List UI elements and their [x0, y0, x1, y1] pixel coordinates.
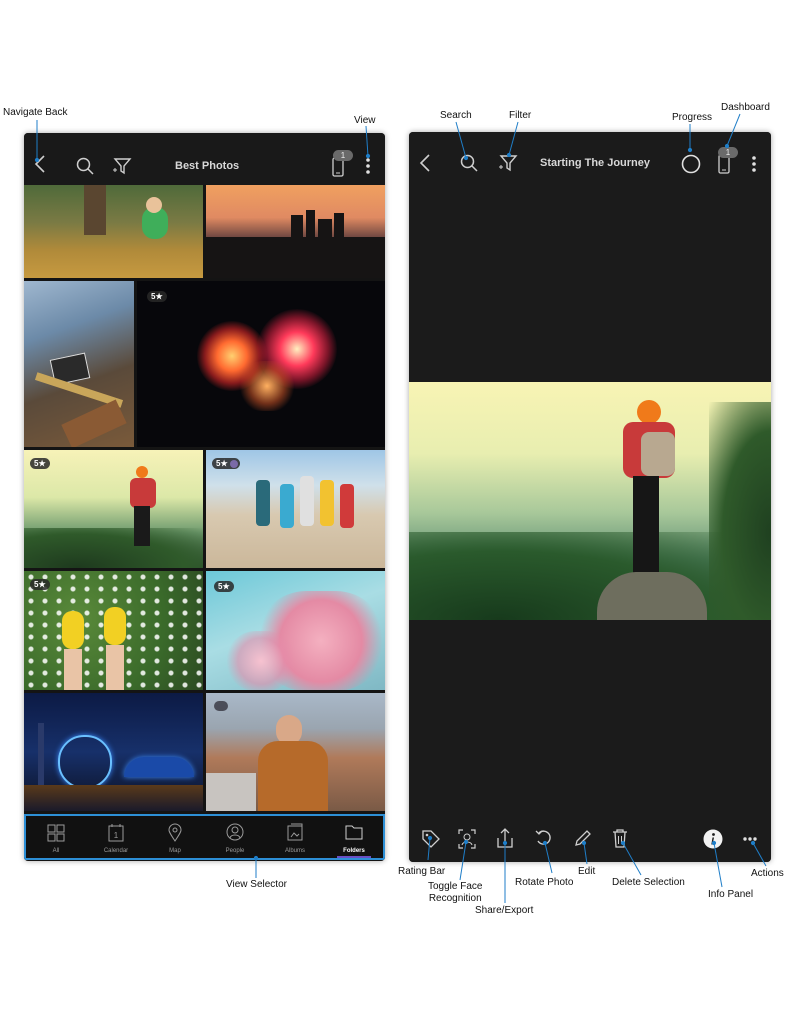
- grid-icon: [47, 824, 65, 842]
- svg-text:1: 1: [114, 831, 119, 840]
- callout-view-selector: View Selector: [226, 879, 287, 890]
- album-icon: [287, 823, 303, 841]
- callout-toggle-face-line2: Recognition: [428, 893, 482, 904]
- left-phone-screen: Best Photos 1 5★ 5★ 5★ 5★ 5★ All 1 Calen…: [24, 133, 385, 861]
- callout-delete-selection: Delete Selection: [612, 877, 685, 888]
- bottom-toolbar: [409, 818, 771, 862]
- callout-navigate-back: Navigate Back: [3, 107, 68, 118]
- view-tab-label: Calendar: [103, 848, 129, 854]
- photo-tile-ferris-wheel-night[interactable]: [24, 693, 203, 811]
- more-vertical-icon[interactable]: [365, 157, 371, 175]
- page-title: Best Photos: [175, 160, 240, 172]
- search-icon[interactable]: [76, 157, 94, 175]
- more-horizontal-icon[interactable]: [742, 836, 758, 842]
- photo-tile-selfie-canyon[interactable]: [206, 693, 385, 811]
- callout-edit: Edit: [578, 866, 596, 877]
- filter-icon[interactable]: [112, 157, 132, 175]
- photo-tile-city-skyline-sunset[interactable]: [206, 185, 385, 278]
- rating-badge: 5★: [30, 579, 50, 590]
- face-recognition-icon[interactable]: [458, 829, 476, 849]
- map-pin-icon: [168, 823, 182, 842]
- back-chevron-icon[interactable]: [34, 155, 46, 173]
- filter-icon[interactable]: [498, 154, 518, 172]
- rating-badge: 5★: [147, 291, 167, 302]
- view-selector: All 1 Calendar Map People Albums Folders: [24, 814, 385, 860]
- view-tab-label: Map: [169, 848, 181, 854]
- callout-rotate-photo: Rotate Photo: [515, 877, 574, 888]
- pencil-icon[interactable]: [574, 829, 592, 847]
- callout-dashboard: Dashboard: [721, 102, 770, 113]
- rating-badge: 5★: [214, 581, 234, 592]
- photo-tile-cherry-blossoms[interactable]: 5★: [206, 571, 385, 690]
- tag-icon[interactable]: [422, 830, 440, 848]
- callout-actions: Actions: [751, 868, 784, 879]
- progress-circle-icon[interactable]: [681, 154, 701, 174]
- search-icon[interactable]: [460, 154, 478, 172]
- more-vertical-icon[interactable]: [751, 155, 757, 173]
- photo-tile-yellow-shoes-daisies[interactable]: 5★: [24, 571, 203, 690]
- back-chevron-icon[interactable]: [419, 154, 431, 172]
- device-count-badge: 1: [333, 150, 353, 161]
- photo-tile-back-to-school-desk[interactable]: [24, 281, 134, 447]
- view-tab-label: Folders: [343, 848, 365, 854]
- photo-tile-girl-in-leaves[interactable]: [24, 185, 203, 278]
- tag-icon: [214, 701, 228, 711]
- page-title: Starting The Journey: [540, 157, 651, 169]
- callout-view: View: [354, 115, 376, 126]
- top-bar: Starting The Journey 1: [409, 132, 771, 184]
- rotate-icon[interactable]: [535, 829, 553, 847]
- photo-tile-friends-on-beach[interactable]: 5★: [206, 450, 385, 568]
- photo-tile-hiker-on-cliff[interactable]: 5★: [24, 450, 203, 568]
- view-tab-label: People: [225, 848, 245, 854]
- callout-toggle-face-recognition: Toggle Face Recognition: [428, 881, 482, 905]
- callout-search: Search: [440, 110, 472, 121]
- person-icon: [226, 823, 244, 841]
- view-tab-label: Albums: [284, 848, 305, 854]
- trash-icon[interactable]: [612, 828, 628, 848]
- calendar-icon: 1: [108, 824, 124, 842]
- callout-progress: Progress: [672, 112, 713, 123]
- info-icon[interactable]: [703, 829, 723, 849]
- top-bar: Best Photos 1: [24, 133, 385, 185]
- active-tab-underline: [337, 856, 371, 858]
- photo-tile-fireworks[interactable]: 5★: [137, 281, 385, 447]
- main-photo-hiker[interactable]: [409, 382, 771, 620]
- share-icon[interactable]: [497, 828, 513, 848]
- callout-share-export: Share/Export: [475, 905, 534, 916]
- device-count-badge: 1: [718, 147, 738, 158]
- tag-icon: [230, 460, 238, 468]
- callout-rating-bar: Rating Bar: [398, 866, 446, 877]
- callout-toggle-face-line1: Toggle Face: [428, 881, 483, 892]
- callout-info-panel: Info Panel: [708, 889, 754, 900]
- view-tab-label: All: [52, 848, 60, 854]
- callout-filter: Filter: [509, 110, 532, 121]
- rating-badge: 5★: [30, 458, 50, 469]
- right-phone-screen: Starting The Journey 1: [409, 132, 771, 862]
- folder-icon: [345, 825, 363, 840]
